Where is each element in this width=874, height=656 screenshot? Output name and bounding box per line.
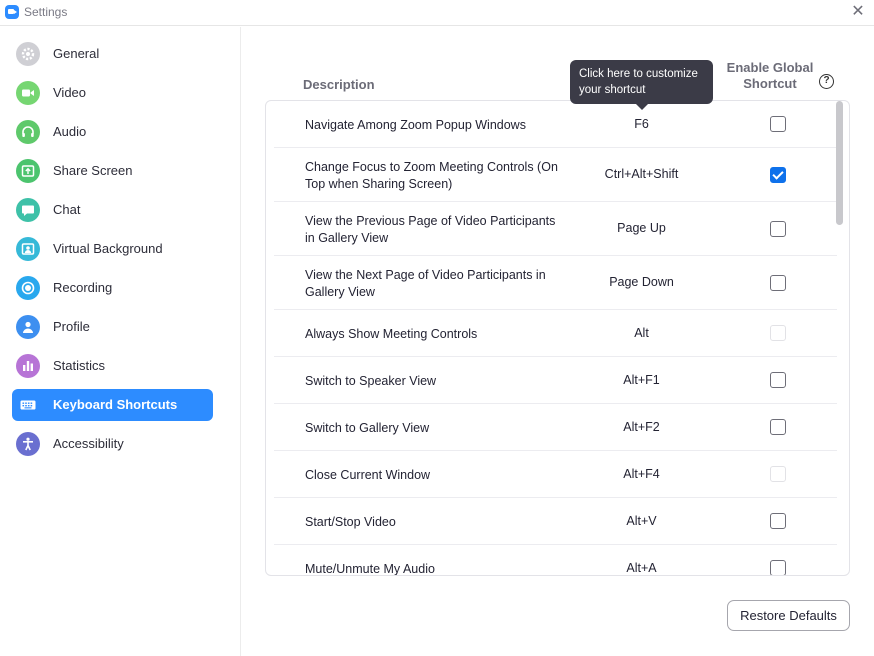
- global-shortcut-checkbox[interactable]: [770, 513, 786, 529]
- gear-icon: [16, 42, 40, 66]
- sidebar-item-share-screen[interactable]: Share Screen: [12, 155, 213, 187]
- keyboard-icon: [16, 393, 40, 417]
- shortcut-description: Change Focus to Zoom Meeting Controls (O…: [305, 160, 558, 191]
- sidebar-item-accessibility[interactable]: Accessibility: [12, 428, 213, 460]
- global-shortcut-checkbox[interactable]: [770, 560, 786, 575]
- global-shortcut-checkbox[interactable]: [770, 419, 786, 435]
- shortcut-description: View the Previous Page of Video Particip…: [305, 214, 556, 245]
- shortcut-key[interactable]: Alt+V: [584, 514, 699, 528]
- shortcut-description: Start/Stop Video: [305, 515, 396, 529]
- share-screen-icon: [16, 159, 40, 183]
- sidebar-item-label: Recording: [53, 280, 113, 295]
- global-shortcut-checkbox[interactable]: [770, 372, 786, 388]
- global-shortcut-checkbox: [770, 325, 786, 341]
- sidebar: General Video Audio Share Screen Chat Virtual…: [0, 27, 241, 656]
- sidebar-item-audio[interactable]: Audio: [12, 116, 213, 148]
- shortcut-key[interactable]: Page Down: [584, 275, 699, 289]
- sidebar-item-label: Video: [53, 85, 87, 100]
- global-shortcut-checkbox[interactable]: [770, 116, 786, 132]
- accessibility-icon: [16, 432, 40, 456]
- sidebar-item-label: Share Screen: [53, 163, 133, 178]
- shortcut-key[interactable]: Page Up: [584, 221, 699, 235]
- scrollbar[interactable]: [835, 101, 844, 575]
- table-row: Close Current Window Alt+F4: [274, 451, 837, 498]
- table-row: Always Show Meeting Controls Alt: [274, 310, 837, 357]
- table-row: Mute/Unmute My Audio Alt+A: [274, 545, 837, 576]
- customize-shortcut-tooltip: Click here to customize your shortcut: [570, 60, 713, 110]
- chat-bubble-icon: [16, 198, 40, 222]
- table-row: Navigate Among Zoom Popup Windows F6: [274, 101, 837, 148]
- sidebar-item-general[interactable]: General: [12, 38, 213, 70]
- title-bar: Settings ✕: [0, 0, 874, 26]
- sidebar-item-label: Statistics: [53, 358, 106, 373]
- shortcut-key[interactable]: Alt+F4: [584, 467, 699, 481]
- global-shortcut-checkbox[interactable]: [770, 221, 786, 237]
- scrollbar-thumb[interactable]: [836, 101, 843, 225]
- shortcut-description: Switch to Speaker View: [305, 374, 437, 388]
- shortcut-key[interactable]: Alt: [584, 326, 699, 340]
- shortcut-description: View the Next Page of Video Participants…: [305, 268, 546, 299]
- record-icon: [16, 276, 40, 300]
- sidebar-item-label: Chat: [53, 202, 81, 217]
- shortcut-description: Close Current Window: [305, 468, 431, 482]
- window-title: Settings: [24, 5, 68, 19]
- shortcuts-table: Navigate Among Zoom Popup Windows F6 Chang…: [265, 100, 850, 576]
- table-row: Change Focus to Zoom Meeting Controls (O…: [274, 148, 837, 202]
- sidebar-item-label: General: [53, 46, 100, 61]
- column-header-enable-global-shortcut: Enable Global Shortcut: [726, 60, 814, 91]
- sidebar-item-profile[interactable]: Profile: [12, 311, 213, 343]
- table-row: Switch to Gallery View Alt+F2: [274, 404, 837, 451]
- sidebar-item-label: Keyboard Shortcuts: [53, 397, 178, 412]
- column-header-description: Description: [303, 77, 375, 92]
- shortcut-key[interactable]: F6: [584, 117, 699, 131]
- sidebar-item-label: Accessibility: [53, 436, 124, 451]
- global-shortcut-checkbox: [770, 466, 786, 482]
- person-frame-icon: [16, 237, 40, 261]
- restore-defaults-button[interactable]: Restore Defaults: [727, 600, 850, 631]
- sidebar-item-video[interactable]: Video: [12, 77, 213, 109]
- table-row: Start/Stop Video Alt+V: [274, 498, 837, 545]
- zoom-app-icon: [5, 5, 19, 19]
- shortcut-description: Always Show Meeting Controls: [305, 327, 478, 341]
- person-icon: [16, 315, 40, 339]
- global-shortcut-checkbox[interactable]: [770, 167, 786, 183]
- shortcut-description: Navigate Among Zoom Popup Windows: [305, 118, 526, 132]
- sidebar-item-virtual-background[interactable]: Virtual Background: [12, 233, 213, 265]
- shortcut-description: Switch to Gallery View: [305, 421, 430, 435]
- shortcut-key[interactable]: Alt+A: [584, 561, 699, 575]
- shortcut-key[interactable]: Alt+F1: [584, 373, 699, 387]
- global-shortcut-checkbox[interactable]: [770, 275, 786, 291]
- shortcut-key[interactable]: Ctrl+Alt+Shift: [584, 167, 699, 181]
- sidebar-item-label: Virtual Background: [53, 241, 163, 256]
- sidebar-item-label: Profile: [53, 319, 90, 334]
- sidebar-item-recording[interactable]: Recording: [12, 272, 213, 304]
- bar-chart-icon: [16, 354, 40, 378]
- shortcut-key[interactable]: Alt+F2: [584, 420, 699, 434]
- headphones-icon: [16, 120, 40, 144]
- table-row: Switch to Speaker View Alt+F1: [274, 357, 837, 404]
- table-row: View the Previous Page of Video Particip…: [274, 202, 837, 256]
- table-row: View the Next Page of Video Participants…: [274, 256, 837, 310]
- sidebar-item-label: Audio: [53, 124, 87, 139]
- sidebar-item-chat[interactable]: Chat: [12, 194, 213, 226]
- video-camera-icon: [16, 81, 40, 105]
- shortcut-description: Mute/Unmute My Audio: [305, 562, 435, 576]
- sidebar-item-statistics[interactable]: Statistics: [12, 350, 213, 382]
- sidebar-item-keyboard-shortcuts[interactable]: Keyboard Shortcuts: [12, 389, 213, 421]
- help-icon[interactable]: ?: [819, 74, 834, 89]
- close-icon[interactable]: ✕: [850, 4, 866, 20]
